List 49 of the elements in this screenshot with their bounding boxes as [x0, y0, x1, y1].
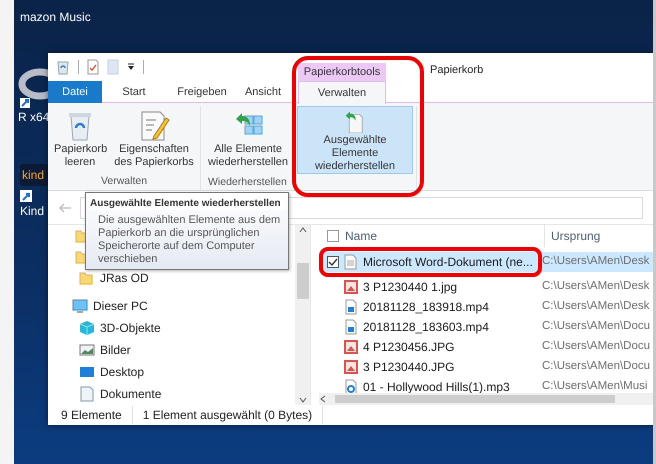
kindle-logo-icon[interactable]: kind	[20, 164, 48, 186]
tooltip-title: Ausgewählte Elemente wiederherstellen	[90, 197, 284, 210]
file-name[interactable]: 20181128_183603.mp4	[359, 318, 535, 336]
ribbon-tab[interactable]: Freigeben	[166, 81, 238, 103]
nav-item[interactable]: Dieser PC	[93, 297, 148, 315]
ribbon-button[interactable]: Alle Elemente wiederherstellen	[204, 106, 292, 174]
column-header[interactable]: Name	[345, 227, 378, 245]
nav-item[interactable]: Dokumente	[100, 385, 162, 403]
file-row[interactable]: 20181128_183603.mp4 C:\Users\AMen\Docu	[319, 317, 653, 337]
file-origin: C:\Users\AMen\Desk	[541, 254, 650, 270]
desktop-icon-label[interactable]: mazon Music	[20, 10, 91, 24]
nav-item[interactable]: 3D-Objekte	[100, 319, 161, 337]
file-origin: C:\Users\AMen\Docu	[541, 319, 650, 334]
column-header[interactable]: Ursprung	[545, 227, 600, 245]
ribbon-tab[interactable]: Verwalten	[298, 81, 386, 104]
file-origin: C:\Users\AMen\Desk	[541, 279, 650, 294]
desktop-icon-label[interactable]: Kind	[20, 204, 44, 218]
nav-item[interactable]: Bilder	[100, 341, 131, 359]
file-row[interactable]: Microsoft Word-Dokument (ne... C:\Users\AMen\Desk	[319, 252, 653, 272]
file-name[interactable]: 3 P1230440 1.jpg	[359, 278, 535, 296]
file-name[interactable]: 4 P1230456.JPG	[359, 338, 535, 356]
file-name[interactable]: 3 P1230440.JPG	[359, 358, 535, 376]
file-row[interactable]: 3 P1230440 1.jpg C:\Users\AMen\Desk	[319, 277, 653, 297]
ribbon-button[interactable]: Eigenschaften des Papierkorbs	[111, 106, 197, 174]
status-text: 1 Element ausgewählt (0 Bytes)	[142, 406, 324, 424]
ribbon-tab[interactable]: Datei	[48, 81, 102, 103]
ribbon-group-label: Wiederherstellen	[207, 175, 287, 190]
nav-item[interactable]: JRas OD	[100, 269, 149, 287]
file-name[interactable]: 01 - Hollywood Hills(1).mp3	[359, 378, 535, 396]
desktop-icon-label[interactable]: R x64	[18, 110, 50, 124]
window-title: Papierkorb	[430, 63, 484, 78]
context-tab-header: Papierkorbtools	[298, 63, 386, 81]
file-origin: C:\Users\AMen\Musi	[541, 379, 648, 394]
file-origin: C:\Users\AMen\Docu	[541, 339, 650, 354]
ribbon-tab[interactable]: Ansicht	[238, 81, 288, 103]
status-text: 9 Elemente	[61, 406, 133, 424]
file-origin: C:\Users\AMen\Docu	[541, 359, 650, 374]
nav-item[interactable]: Desktop	[100, 363, 144, 381]
file-name[interactable]: Microsoft Word-Dokument (ne...	[359, 253, 535, 271]
ribbon-group-label: Verwalten	[100, 174, 148, 190]
file-row[interactable]: 20181128_183918.mp4 C:\Users\AMen\Desk	[319, 297, 653, 317]
tooltip-text: Die ausgewählten Elemente aus dem Papierkorb an die ursprünglichen Speicherorte auf dem Computer verschieben	[97, 214, 282, 266]
file-row[interactable]: 4 P1230456.JPG C:\Users\AMen\Docu	[319, 337, 653, 357]
file-name[interactable]: 20181128_183918.mp4	[359, 298, 535, 316]
ribbon-tab[interactable]: Start	[102, 81, 166, 103]
ribbon-button[interactable]: Papierkorb leeren	[51, 106, 109, 174]
ribbon-button[interactable]: Ausgewählte Elemente wiederherstellen	[297, 106, 413, 174]
file-origin: C:\Users\AMen\Desk	[541, 299, 650, 314]
file-row[interactable]: 3 P1230440.JPG C:\Users\AMen\Docu	[319, 357, 653, 377]
